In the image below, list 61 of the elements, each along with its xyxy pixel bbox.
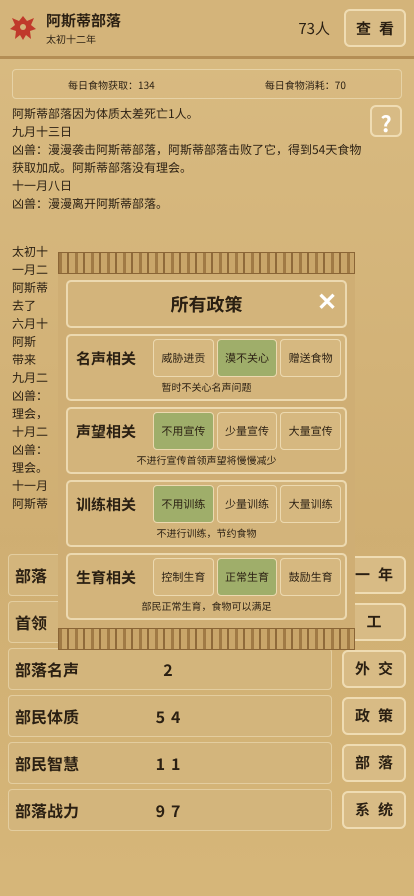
food-consumption: 每日食物消耗：70 bbox=[264, 76, 346, 92]
policy-option[interactable]: 不用宣传 bbox=[153, 412, 214, 450]
policy-description: 不进行宣传首领声望将慢慢减少 bbox=[136, 451, 276, 469]
stat-value: 97 bbox=[154, 798, 188, 822]
policy-description: 部民正常生育，食物可以满足 bbox=[142, 597, 272, 615]
policy-option[interactable]: 少量宣传 bbox=[216, 412, 278, 450]
log-line: 阿斯蒂部落因为体质太差死亡1人。 bbox=[12, 105, 200, 123]
era-date: 太初十二年 bbox=[46, 31, 97, 46]
policy-option[interactable]: 控制生育 bbox=[153, 558, 214, 596]
log-line: 凶兽：漫漫离开阿斯蒂部落。 bbox=[12, 195, 170, 213]
log-line: 带来 bbox=[12, 351, 36, 369]
log-line: 九月二 bbox=[12, 369, 48, 387]
policy-option[interactable]: 不用训练 bbox=[153, 485, 214, 523]
policy-option[interactable]: 赠送食物 bbox=[280, 339, 342, 377]
log-line: 九月十三日 bbox=[12, 123, 74, 141]
policy-option[interactable]: 大量训练 bbox=[280, 485, 342, 523]
tribe-name: 阿斯蒂部落 bbox=[46, 10, 122, 31]
log-line: 理会， bbox=[12, 405, 48, 423]
policy-option[interactable]: 正常生育 bbox=[216, 558, 278, 596]
stat-label: 部落战力 bbox=[15, 798, 80, 822]
log-line: 一月二 bbox=[12, 261, 48, 279]
stat-label: 部民体质 bbox=[15, 704, 80, 728]
policy-option[interactable]: 鼓励生育 bbox=[280, 558, 342, 596]
policy-description: 不进行训练，节约食物 bbox=[156, 524, 256, 542]
nav-button[interactable]: 政策 bbox=[342, 696, 406, 734]
stat-value: 54 bbox=[154, 704, 188, 728]
stat-label: 首领 bbox=[15, 610, 48, 634]
policy-label: 训练相关 bbox=[75, 494, 138, 514]
log-line: 阿斯 bbox=[12, 333, 36, 351]
log-line: 太初十 bbox=[12, 243, 48, 261]
log-line: 六月十 bbox=[12, 315, 48, 333]
stat-value: 2 bbox=[162, 656, 180, 680]
log-line: 阿斯蒂 bbox=[12, 495, 48, 513]
policy-label: 名声相关 bbox=[75, 348, 138, 368]
policy-option[interactable]: 威胁进贡 bbox=[153, 339, 214, 377]
nav-button[interactable]: 部落 bbox=[342, 744, 406, 782]
log-line: 凶兽： bbox=[12, 441, 48, 459]
stat-label: 部落 bbox=[15, 562, 48, 586]
policy-option[interactable]: 大量宣传 bbox=[280, 412, 342, 450]
log-line: 凶兽： bbox=[12, 387, 48, 405]
policy-label: 声望相关 bbox=[75, 420, 138, 442]
policy-option[interactable]: 漠不关心 bbox=[216, 339, 278, 377]
policy-description: 暂时不关心名声问题 bbox=[162, 378, 252, 396]
nav-button[interactable]: 系统 bbox=[342, 790, 406, 828]
log-line: 阿斯蒂 bbox=[12, 279, 48, 297]
stat-label: 部落名声 bbox=[15, 656, 80, 680]
stat-value: 11 bbox=[154, 750, 188, 774]
policy-label: 生育相关 bbox=[75, 566, 138, 588]
policy-option[interactable]: 少量训练 bbox=[216, 485, 278, 523]
food-income: 每日食物获取：134 bbox=[68, 76, 155, 92]
stat-label: 部民智慧 bbox=[15, 750, 80, 774]
log-line: 十月二 bbox=[12, 423, 48, 441]
population-count: 73人 bbox=[298, 18, 330, 38]
log-line: 十一月 bbox=[12, 477, 48, 495]
log-line: 去了 bbox=[12, 297, 36, 315]
nav-button[interactable]: 外交 bbox=[342, 650, 406, 688]
log-line: 十一月八日 bbox=[12, 177, 74, 195]
log-line: 理会。 bbox=[12, 459, 48, 477]
log-line: 凶兽：漫漫袭击阿斯蒂部落，阿斯蒂部落击败了它，得到54天食物获取加成。阿斯蒂部落没有理会。 bbox=[12, 141, 362, 177]
view-button[interactable]: 查看 bbox=[344, 9, 406, 47]
dialog-title: 所有政策 bbox=[170, 291, 242, 317]
